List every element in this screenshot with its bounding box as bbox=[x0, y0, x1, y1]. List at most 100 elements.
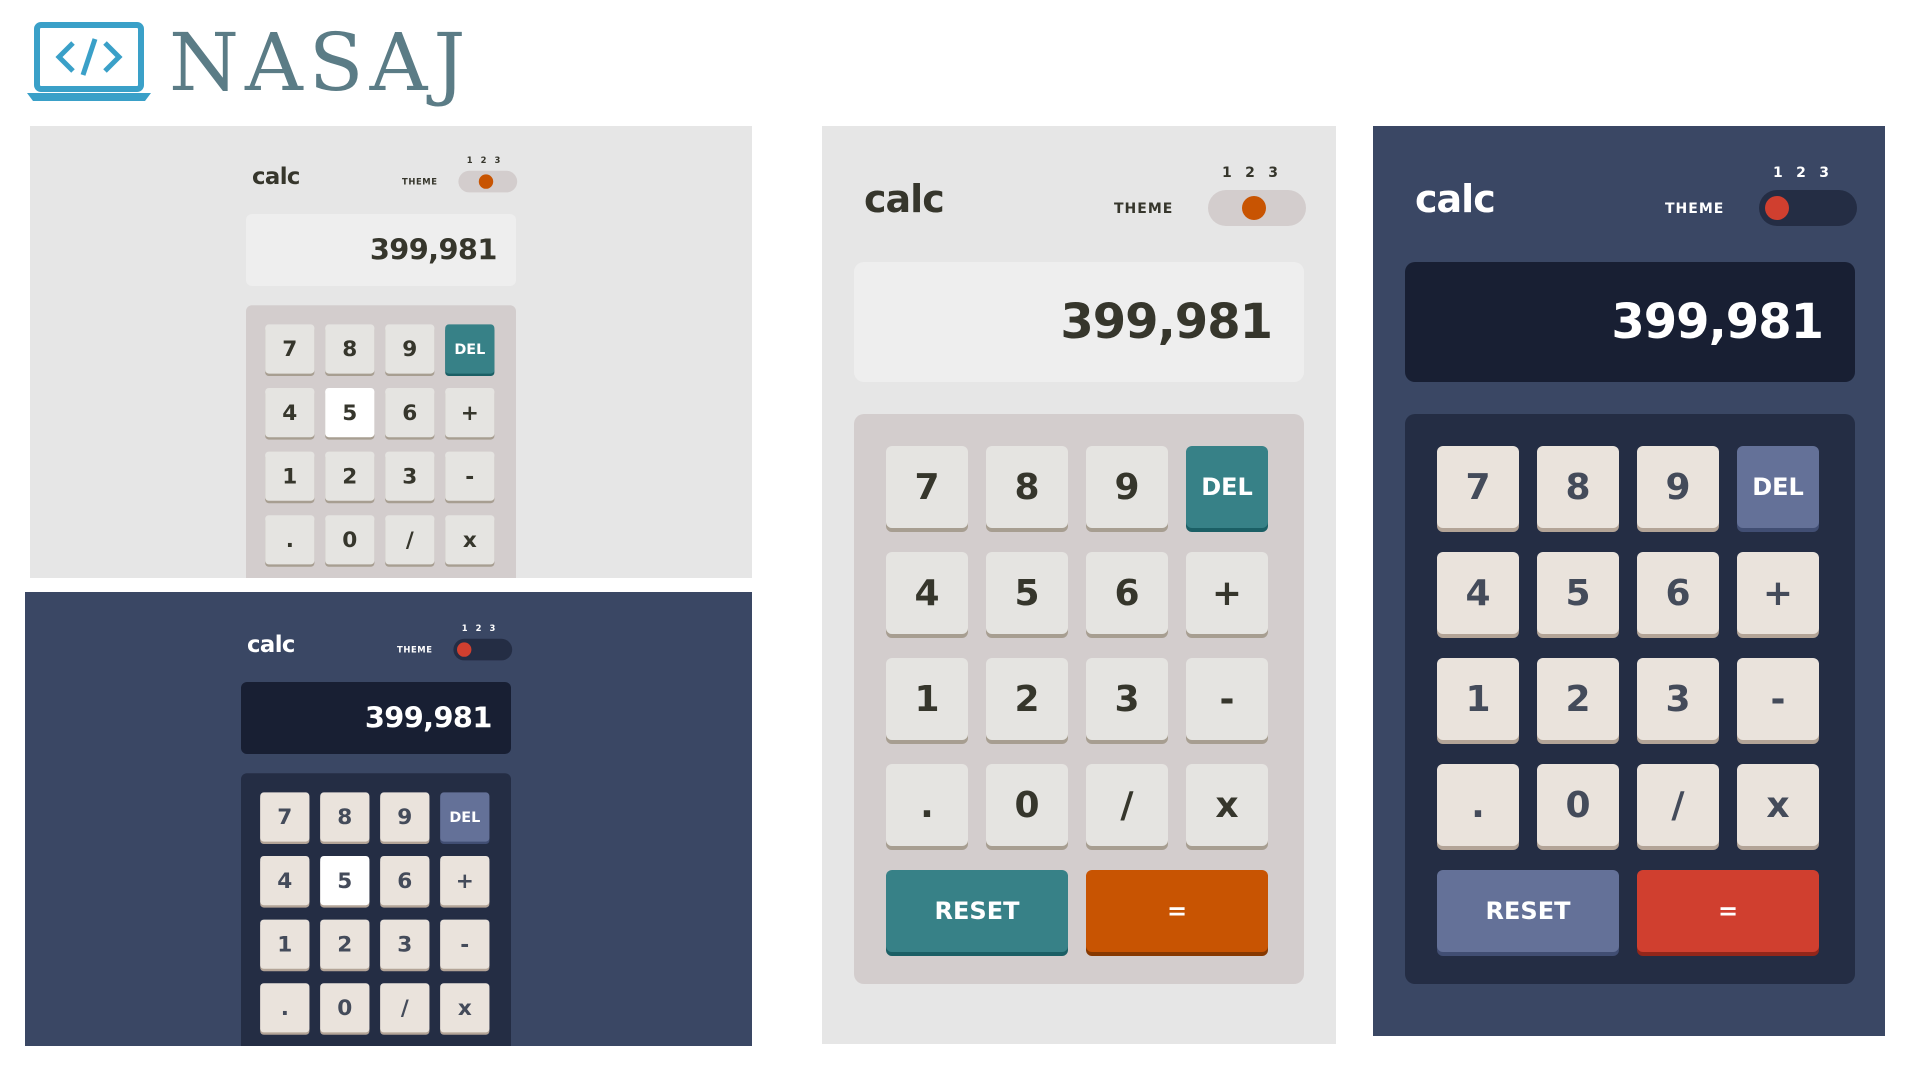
theme-label: THEME bbox=[1114, 201, 1174, 217]
key-4[interactable]: 4 bbox=[265, 388, 315, 438]
key-9[interactable]: 9 bbox=[1637, 446, 1719, 528]
key-divide[interactable]: / bbox=[380, 983, 430, 1033]
key-8[interactable]: 8 bbox=[320, 792, 370, 842]
theme-number-1: 1 bbox=[1222, 165, 1232, 181]
key-dot[interactable]: . bbox=[265, 515, 315, 565]
key-reset[interactable]: RESET bbox=[886, 870, 1068, 952]
key-5[interactable]: 5 bbox=[1537, 552, 1619, 634]
keypad: 7 8 9 DEL 4 5 6 + 1 2 3 - . 0 / x RESET … bbox=[241, 773, 511, 1046]
key-8[interactable]: 8 bbox=[986, 446, 1068, 528]
key-0[interactable]: 0 bbox=[986, 764, 1068, 846]
key-minus[interactable]: - bbox=[1737, 658, 1819, 740]
theme-number-3: 3 bbox=[1268, 165, 1278, 181]
theme-toggle-knob[interactable] bbox=[1242, 196, 1266, 220]
theme-number-2: 2 bbox=[1245, 165, 1255, 181]
key-multiply[interactable]: x bbox=[1737, 764, 1819, 846]
theme-toggle-knob[interactable] bbox=[478, 174, 494, 189]
key-del[interactable]: DEL bbox=[1186, 446, 1268, 528]
key-6[interactable]: 6 bbox=[380, 856, 430, 906]
theme-number-1: 1 bbox=[461, 623, 468, 634]
calculator-header: calc THEME 1 2 3 bbox=[854, 127, 1306, 262]
key-multiply[interactable]: x bbox=[440, 983, 490, 1033]
calc-brand: calc bbox=[247, 631, 295, 658]
theme-numbers: 1 2 3 bbox=[457, 624, 500, 634]
key-dot[interactable]: . bbox=[1437, 764, 1519, 846]
key-9[interactable]: 9 bbox=[385, 324, 435, 374]
key-dot[interactable]: . bbox=[886, 764, 968, 846]
key-minus[interactable]: - bbox=[445, 451, 495, 501]
theme-toggle-knob[interactable] bbox=[457, 642, 472, 657]
keypad: 7 8 9 DEL 4 5 6 + 1 2 3 - . 0 / x RESET … bbox=[1405, 414, 1855, 984]
key-5[interactable]: 5 bbox=[986, 552, 1068, 634]
key-minus[interactable]: - bbox=[1186, 658, 1268, 740]
key-0[interactable]: 0 bbox=[320, 983, 370, 1033]
key-8[interactable]: 8 bbox=[1537, 446, 1619, 528]
key-multiply[interactable]: x bbox=[445, 515, 495, 565]
key-2[interactable]: 2 bbox=[325, 451, 375, 501]
key-del[interactable]: DEL bbox=[440, 792, 490, 842]
key-0[interactable]: 0 bbox=[325, 515, 375, 565]
key-divide[interactable]: / bbox=[1637, 764, 1719, 846]
theme-toggle-knob[interactable] bbox=[1765, 196, 1789, 220]
key-1[interactable]: 1 bbox=[1437, 658, 1519, 740]
key-3[interactable]: 3 bbox=[380, 919, 430, 969]
key-9[interactable]: 9 bbox=[380, 792, 430, 842]
key-3[interactable]: 3 bbox=[385, 451, 435, 501]
key-7[interactable]: 7 bbox=[1437, 446, 1519, 528]
theme-label: THEME bbox=[402, 177, 438, 187]
key-1[interactable]: 1 bbox=[265, 451, 315, 501]
key-equals[interactable]: = bbox=[1637, 870, 1819, 952]
key-equals[interactable]: = bbox=[1086, 870, 1268, 952]
key-3[interactable]: 3 bbox=[1637, 658, 1719, 740]
key-9[interactable]: 9 bbox=[1086, 446, 1168, 528]
key-1[interactable]: 1 bbox=[260, 919, 310, 969]
key-reset[interactable]: RESET bbox=[1437, 870, 1619, 952]
key-divide[interactable]: / bbox=[1086, 764, 1168, 846]
key-minus[interactable]: - bbox=[440, 919, 490, 969]
key-7[interactable]: 7 bbox=[260, 792, 310, 842]
keypad: 7 8 9 DEL 4 5 6 + 1 2 3 - . 0 / x RESET … bbox=[246, 305, 516, 578]
key-6[interactable]: 6 bbox=[1637, 552, 1719, 634]
key-3[interactable]: 3 bbox=[1086, 658, 1168, 740]
key-dot[interactable]: . bbox=[260, 983, 310, 1033]
key-2[interactable]: 2 bbox=[320, 919, 370, 969]
theme-toggle[interactable] bbox=[1208, 190, 1306, 226]
key-4[interactable]: 4 bbox=[260, 856, 310, 906]
theme-label: THEME bbox=[397, 645, 433, 655]
key-5[interactable]: 5 bbox=[320, 856, 370, 906]
calculator: calc THEME 1 2 3 399,981 7 8 9 DEL 4 5 6… bbox=[246, 133, 518, 578]
key-divide[interactable]: / bbox=[385, 515, 435, 565]
theme-number-1: 1 bbox=[1773, 165, 1783, 181]
key-plus[interactable]: + bbox=[1737, 552, 1819, 634]
key-2[interactable]: 2 bbox=[986, 658, 1068, 740]
key-del[interactable]: DEL bbox=[445, 324, 495, 374]
key-plus[interactable]: + bbox=[440, 856, 490, 906]
key-1[interactable]: 1 bbox=[886, 658, 968, 740]
calculator: calc THEME 1 2 3 399,981 7 8 9 DEL 4 5 6… bbox=[854, 127, 1306, 984]
key-2[interactable]: 2 bbox=[1537, 658, 1619, 740]
key-multiply[interactable]: x bbox=[1186, 764, 1268, 846]
key-plus[interactable]: + bbox=[445, 388, 495, 438]
logo-text: NASAJ bbox=[169, 16, 472, 109]
theme-number-3: 3 bbox=[489, 623, 496, 634]
logo: NASAJ bbox=[25, 18, 471, 108]
key-6[interactable]: 6 bbox=[385, 388, 435, 438]
key-5[interactable]: 5 bbox=[325, 388, 375, 438]
key-7[interactable]: 7 bbox=[886, 446, 968, 528]
calc-brand: calc bbox=[252, 163, 300, 190]
theme-toggle[interactable] bbox=[1759, 190, 1857, 226]
key-6[interactable]: 6 bbox=[1086, 552, 1168, 634]
theme-number-2: 2 bbox=[1796, 165, 1806, 181]
key-del[interactable]: DEL bbox=[1737, 446, 1819, 528]
key-7[interactable]: 7 bbox=[265, 324, 315, 374]
key-4[interactable]: 4 bbox=[886, 552, 968, 634]
key-plus[interactable]: + bbox=[1186, 552, 1268, 634]
key-0[interactable]: 0 bbox=[1537, 764, 1619, 846]
theme-toggle[interactable] bbox=[453, 638, 513, 661]
key-8[interactable]: 8 bbox=[325, 324, 375, 374]
laptop-code-icon bbox=[27, 22, 151, 101]
screenshot-dark-desktop: calc THEME 1 2 3 399,981 7 8 9 DEL 4 5 6… bbox=[25, 592, 752, 1046]
theme-toggle[interactable] bbox=[458, 170, 518, 193]
key-4[interactable]: 4 bbox=[1437, 552, 1519, 634]
calc-brand: calc bbox=[1415, 177, 1496, 221]
